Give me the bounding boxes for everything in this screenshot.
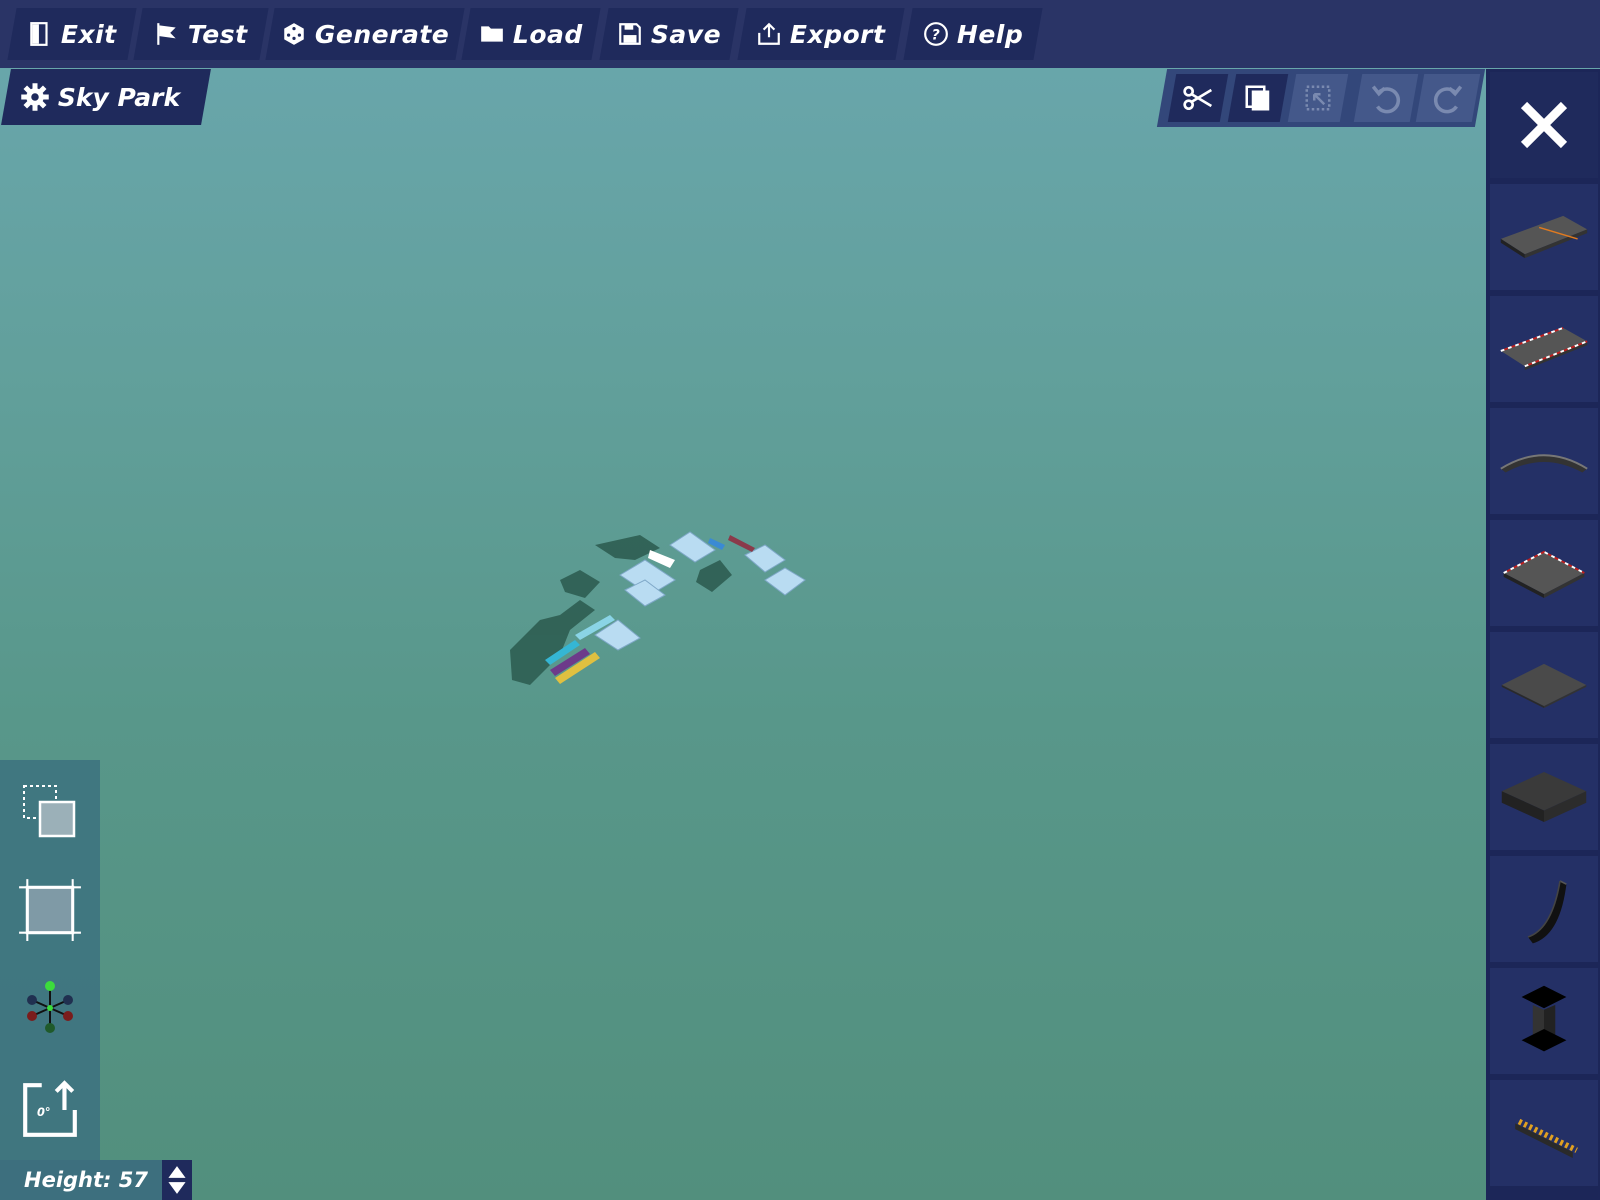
folder-icon bbox=[481, 26, 503, 42]
help-button[interactable]: ? Help bbox=[903, 8, 1043, 60]
palette-item-striped-track[interactable] bbox=[1490, 296, 1598, 402]
door-icon bbox=[30, 22, 48, 46]
straight-track-piece-icon bbox=[1500, 215, 1588, 259]
rotate-angle-label: 0° bbox=[37, 1105, 51, 1119]
undo-icon bbox=[1371, 85, 1401, 114]
barrier-piece-icon bbox=[1515, 1118, 1578, 1158]
svg-text:?: ? bbox=[931, 27, 940, 43]
project-title: Sky Park bbox=[58, 82, 181, 112]
height-stepper[interactable] bbox=[162, 1160, 192, 1200]
palette-item-straight-track[interactable] bbox=[1490, 184, 1598, 290]
exit-button[interactable]: Exit bbox=[7, 8, 137, 60]
pillar-piece-icon bbox=[1521, 985, 1567, 1052]
redo-icon bbox=[1433, 85, 1463, 114]
save-button[interactable]: Save bbox=[599, 8, 739, 60]
close-icon bbox=[1520, 101, 1568, 149]
cut-button[interactable] bbox=[1167, 74, 1229, 122]
select-area-tool[interactable] bbox=[14, 776, 86, 848]
dice-icon bbox=[284, 23, 304, 45]
level-structure[interactable] bbox=[500, 520, 830, 700]
palette-item-flat-tile[interactable] bbox=[1490, 632, 1598, 738]
flat-tile-piece-icon bbox=[1501, 663, 1587, 709]
test-label: Test bbox=[188, 19, 248, 49]
curved-track-piece-icon bbox=[1500, 454, 1588, 473]
paste-icon bbox=[1305, 85, 1331, 111]
rotate-icon: 0° bbox=[23, 1080, 77, 1137]
export-label: Export bbox=[790, 19, 886, 49]
question-circle-icon: ? bbox=[923, 22, 948, 46]
palette-item-curved-track[interactable] bbox=[1490, 408, 1598, 514]
top-menu-bar: Exit Test Generate Load Save Export ? He… bbox=[0, 0, 1600, 68]
undo-button[interactable] bbox=[1353, 74, 1419, 122]
project-settings-tab[interactable]: Sky Park bbox=[1, 69, 211, 125]
scissors-icon bbox=[1183, 86, 1213, 110]
level-viewport[interactable] bbox=[0, 0, 1600, 1200]
generate-button[interactable]: Generate bbox=[265, 8, 465, 60]
copy-icon bbox=[1245, 85, 1270, 111]
select-area-icon bbox=[23, 785, 76, 838]
copy-button[interactable] bbox=[1227, 74, 1289, 122]
generate-label: Generate bbox=[314, 19, 450, 49]
flag-icon bbox=[157, 23, 176, 45]
gear-icon bbox=[21, 83, 49, 111]
help-label: Help bbox=[956, 19, 1024, 49]
square-track-piece-icon bbox=[1503, 550, 1585, 598]
palette-item-barrier[interactable] bbox=[1490, 1080, 1598, 1186]
straight-track-striped-piece-icon bbox=[1500, 326, 1588, 371]
crop-icon bbox=[19, 879, 81, 941]
palette-item-square-track[interactable] bbox=[1490, 520, 1598, 626]
palette-item-ramp[interactable] bbox=[1490, 856, 1598, 962]
arrow-down-icon[interactable] bbox=[166, 1181, 188, 1196]
close-palette-button[interactable] bbox=[1490, 72, 1598, 178]
ramp-piece-icon bbox=[1527, 880, 1567, 944]
load-label: Load bbox=[513, 19, 583, 49]
rotate-tool[interactable]: 0° bbox=[14, 1074, 86, 1146]
share-icon bbox=[758, 22, 781, 45]
height-label: Height: 57 bbox=[24, 1168, 148, 1192]
paste-button[interactable] bbox=[1287, 74, 1349, 122]
load-button[interactable]: Load bbox=[461, 8, 601, 60]
test-button[interactable]: Test bbox=[133, 8, 269, 60]
block-piece-icon bbox=[1501, 772, 1587, 822]
node-graph-icon bbox=[27, 981, 73, 1033]
exit-label: Exit bbox=[61, 19, 117, 49]
floppy-disk-icon bbox=[619, 23, 641, 45]
node-graph-tool[interactable] bbox=[14, 972, 86, 1044]
export-button[interactable]: Export bbox=[737, 8, 905, 60]
save-label: Save bbox=[650, 19, 722, 49]
crop-tool[interactable] bbox=[14, 874, 86, 946]
arrow-up-icon[interactable] bbox=[166, 1164, 188, 1179]
palette-item-block[interactable] bbox=[1490, 744, 1598, 850]
redo-button[interactable] bbox=[1415, 74, 1481, 122]
height-readout: Height: 57 bbox=[0, 1160, 162, 1200]
palette-item-pillar[interactable] bbox=[1490, 968, 1598, 1074]
